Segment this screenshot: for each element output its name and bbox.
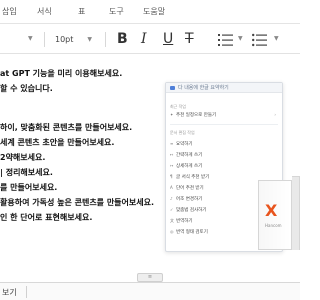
toolbar-divider — [105, 32, 106, 47]
toolbar-divider — [44, 32, 45, 47]
popup-section-label: 문서 편집 작업 — [170, 130, 195, 135]
font-size-select[interactable]: 10pt ▼ — [55, 32, 92, 46]
product-caption: Hancom — [265, 223, 282, 228]
popup-item-shorten[interactable]: ↤ 간략하게 쓰기 — [170, 152, 278, 160]
font-size-value: 10pt — [55, 34, 74, 44]
hancom-logo-icon: X — [265, 201, 278, 220]
menu-help[interactable]: 도움말 — [143, 6, 165, 17]
strikethrough-button[interactable]: T — [185, 31, 194, 47]
chevron-down-icon[interactable]: ▼ — [238, 35, 243, 42]
style-dropdown-caret-icon[interactable]: ▼ — [28, 35, 33, 42]
document-line: at GPT 기능을 미리 이용해보세요. — [0, 69, 123, 78]
popup-item-summarize[interactable]: ≡ 요약하기 — [170, 141, 278, 149]
chevron-down-icon: ▼ — [87, 35, 93, 43]
statusbar: 보기 — [0, 282, 300, 300]
document-line: 하이, 맞춤화된 콘텐츠를 만들어보세요. — [0, 123, 133, 132]
popup-section-label: 최근 작업 — [170, 104, 186, 109]
document-line: 를 만들어보세요. — [0, 183, 58, 192]
menu-tools[interactable]: 도구 — [109, 6, 124, 17]
document-line: 할 수 있습니다. — [0, 84, 53, 93]
chevron-down-icon[interactable]: ▼ — [274, 35, 279, 42]
popup-divider — [170, 124, 278, 125]
status-divider — [26, 286, 27, 298]
popup-item-expand[interactable]: ↦ 상세하게 쓰기 — [170, 163, 278, 171]
menu-insert[interactable]: 삽입 — [2, 6, 17, 17]
popup-prompt-text: 다 내용에 한글 요약하기 — [178, 85, 229, 91]
bulleted-list-icon[interactable] — [252, 32, 268, 51]
popup-prompt-bar[interactable]: 다 내용에 한글 요약하기 — [166, 83, 282, 93]
italic-button[interactable]: I — [141, 31, 147, 47]
underline-button[interactable]: U — [163, 31, 173, 47]
document-line: 세계 콘텐츠 초안을 만들어보세요. — [0, 138, 115, 147]
bold-button[interactable]: B — [117, 31, 128, 47]
product-box-image: X Hancom — [258, 176, 300, 256]
product-box-side — [292, 176, 300, 250]
document-line: 인 한 단어로 표현해보세요. — [0, 213, 93, 222]
view-menu[interactable]: 보기 — [2, 287, 17, 298]
menubar: 삽입 서식 표 도구 도움말 — [0, 0, 300, 24]
popup-item-recent[interactable]: ✦ 추천 일정으로 만들기 › — [170, 112, 278, 120]
document-line: 2약해보세요. — [0, 153, 46, 162]
numbered-list-icon[interactable] — [218, 32, 234, 51]
ai-icon — [170, 86, 175, 90]
format-toolbar: ▼ 10pt ▼ B I U T ▼ ▼ — [0, 24, 300, 54]
document-line: 활용하여 가독성 높은 콘텐츠를 만들어보세요. — [0, 198, 155, 207]
chevron-right-icon: › — [274, 112, 276, 117]
document-line: | 정리해보세요. — [0, 168, 53, 177]
menu-table[interactable]: 표 — [78, 6, 85, 17]
product-box-front: X Hancom — [258, 180, 292, 250]
menu-format[interactable]: 서식 — [37, 6, 52, 17]
resize-handle[interactable]: ≡ — [137, 273, 163, 282]
